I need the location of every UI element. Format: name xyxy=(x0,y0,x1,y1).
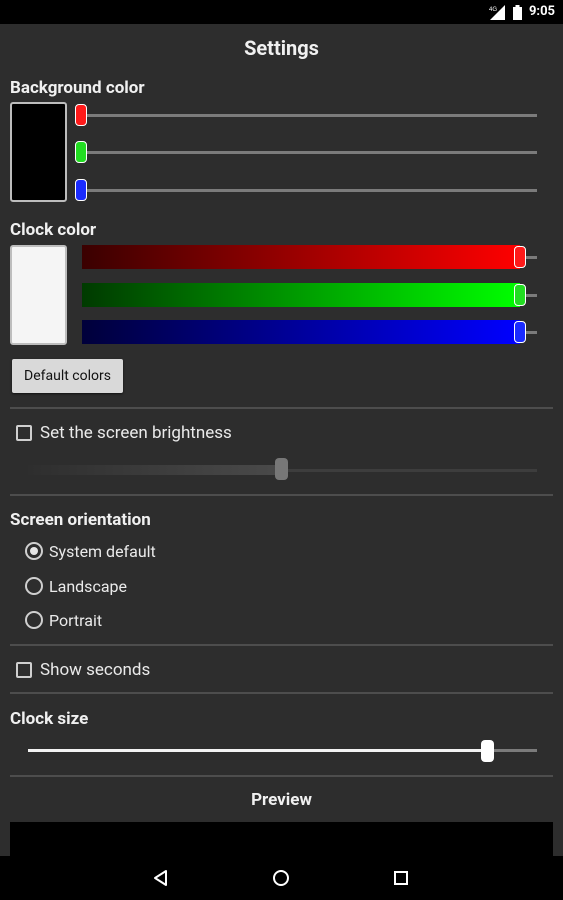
clock-size-slider-fill xyxy=(28,749,487,752)
background-blue-slider[interactable] xyxy=(80,189,537,192)
clock-red-thumb[interactable] xyxy=(514,246,526,268)
clock-color-label: Clock color xyxy=(10,220,97,240)
clock-green-thumb[interactable] xyxy=(514,284,526,306)
orientation-option-label: Landscape xyxy=(49,577,127,596)
cellular-signal-icon: 4G xyxy=(489,5,505,20)
clock-preview xyxy=(10,822,553,856)
background-green-slider[interactable] xyxy=(80,151,537,154)
show-seconds-label: Show seconds xyxy=(40,660,151,680)
preview-label: Preview xyxy=(251,790,312,810)
svg-text:4G: 4G xyxy=(489,7,497,13)
divider xyxy=(10,494,553,496)
orientation-option-label: Portrait xyxy=(49,611,103,630)
orientation-system-default-radio[interactable] xyxy=(25,542,43,560)
default-colors-button[interactable]: Default colors xyxy=(12,359,123,393)
background-blue-thumb[interactable] xyxy=(75,179,87,201)
background-red-slider[interactable] xyxy=(80,114,537,117)
recents-icon[interactable] xyxy=(391,868,411,888)
orientation-option-label: System default xyxy=(49,542,156,561)
show-seconds-checkbox[interactable] xyxy=(16,662,32,678)
clock-red-slider[interactable] xyxy=(82,245,520,269)
navigation-bar xyxy=(0,856,563,900)
divider xyxy=(10,692,553,694)
divider xyxy=(10,407,553,409)
clock-size-thumb[interactable] xyxy=(481,740,494,762)
brightness-checkbox[interactable] xyxy=(16,425,32,441)
background-color-label: Background color xyxy=(10,78,145,98)
page-title: Settings xyxy=(244,36,319,60)
brightness-label: Set the screen brightness xyxy=(40,423,232,443)
status-bar: 4G 9:05 xyxy=(0,0,563,24)
brightness-thumb[interactable] xyxy=(275,458,288,480)
background-color-swatch xyxy=(10,102,67,202)
status-time: 9:05 xyxy=(528,4,555,19)
home-icon[interactable] xyxy=(271,868,291,888)
back-icon[interactable] xyxy=(151,868,171,888)
clock-blue-thumb[interactable] xyxy=(514,321,526,343)
orientation-landscape-radio[interactable] xyxy=(25,577,43,595)
divider xyxy=(10,775,553,777)
brightness-slider[interactable] xyxy=(287,469,537,472)
clock-blue-slider[interactable] xyxy=(82,320,520,344)
background-red-thumb[interactable] xyxy=(75,104,87,126)
clock-green-slider[interactable] xyxy=(82,283,520,307)
clock-size-slider[interactable] xyxy=(487,749,537,752)
background-green-thumb[interactable] xyxy=(75,141,87,163)
clock-color-swatch xyxy=(10,245,67,345)
divider xyxy=(10,644,553,646)
brightness-slider-fill xyxy=(28,465,280,475)
battery-icon xyxy=(513,5,522,20)
screen-orientation-label: Screen orientation xyxy=(10,510,151,530)
clock-size-label: Clock size xyxy=(10,709,89,729)
orientation-portrait-radio[interactable] xyxy=(25,611,43,629)
